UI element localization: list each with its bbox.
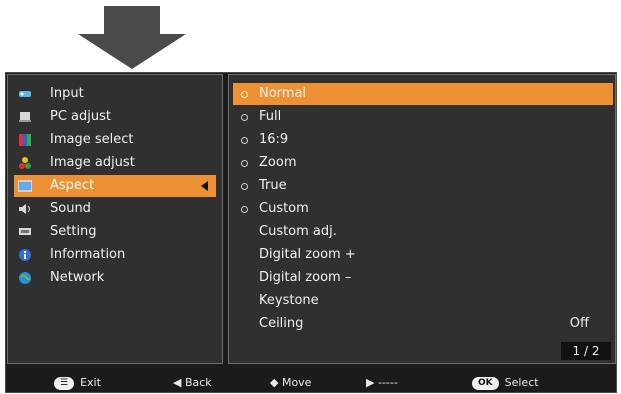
move-hint: ◆ Move [270, 376, 312, 389]
option-label: Digital zoom – [259, 270, 352, 285]
aspect-option-normal[interactable]: Normal [233, 83, 613, 105]
menu-item-information[interactable]: Information [14, 244, 216, 266]
aspect-option-full[interactable]: Full [233, 106, 613, 128]
next-hint: ▶ ----- [366, 376, 398, 389]
setting-icon [19, 228, 31, 235]
menu-item-image-select[interactable]: Image select [14, 129, 216, 151]
projector-osd-menu: Input PC adjust Image select Image adjus… [5, 72, 617, 393]
option-label: True [259, 178, 287, 193]
page-indicator: 1 / 2 [561, 342, 611, 360]
pc-adjust-icon [19, 112, 31, 122]
exit-label: Exit [80, 376, 101, 389]
select-label: Select [504, 376, 539, 389]
menu-key-icon: ☰ [54, 376, 75, 390]
input-icon [19, 91, 31, 97]
aspect-option-zoom[interactable]: Zoom [233, 152, 613, 174]
option-label: Normal [259, 86, 307, 101]
aspect-submenu-panel: Normal Full 16:9 Zoom True Custom Custom… [228, 74, 616, 364]
main-menu-panel: Input PC adjust Image select Image adjus… [7, 74, 223, 364]
menu-item-label: Image adjust [50, 155, 135, 170]
down-arrow-icon [78, 6, 186, 69]
radio-icon [241, 160, 248, 167]
menu-item-label: Setting [50, 224, 97, 239]
menu-item-label: Sound [50, 201, 91, 216]
option-label: Custom adj. [259, 224, 337, 239]
option-label: Ceiling [259, 316, 304, 331]
menu-item-label: Image select [50, 132, 134, 147]
aspect-option-keystone[interactable]: Keystone [233, 290, 613, 312]
option-label: Digital zoom + [259, 247, 356, 262]
select-hint: OK Select [472, 373, 539, 392]
aspect-option-16-9[interactable]: 16:9 [233, 129, 613, 151]
option-label: Custom [259, 201, 309, 216]
menu-item-label: Input [50, 86, 84, 101]
information-icon [19, 249, 31, 261]
aspect-option-ceiling[interactable]: Ceiling Off [233, 313, 613, 335]
image-adjust-icon [19, 157, 31, 169]
aspect-option-true[interactable]: True [233, 175, 613, 197]
menu-item-label: PC adjust [50, 109, 111, 124]
aspect-option-digital-zoom-plus[interactable]: Digital zoom + [233, 244, 613, 266]
aspect-icon [18, 180, 32, 192]
radio-selected-icon [241, 91, 248, 98]
aspect-option-digital-zoom-minus[interactable]: Digital zoom – [233, 267, 613, 289]
menu-item-image-adjust[interactable]: Image adjust [14, 152, 216, 174]
option-label: Full [259, 109, 282, 124]
option-label: 16:9 [259, 132, 289, 147]
radio-icon [241, 137, 248, 144]
option-label: Zoom [259, 155, 297, 170]
menu-item-sound[interactable]: Sound [14, 198, 216, 220]
menu-item-network[interactable]: Network [14, 267, 216, 289]
aspect-option-custom-adj[interactable]: Custom adj. [233, 221, 613, 243]
option-label: Keystone [259, 293, 319, 308]
image-select-icon [19, 134, 31, 146]
menu-item-input[interactable]: Input [14, 83, 216, 105]
radio-icon [241, 114, 248, 121]
menu-item-pc-adjust[interactable]: PC adjust [14, 106, 216, 128]
radio-icon [241, 206, 248, 213]
aspect-option-custom[interactable]: Custom [233, 198, 613, 220]
osd-footer-bar: ☰ Exit ◀ Back ◆ Move ▶ ----- OK Select [6, 373, 616, 392]
menu-item-label: Information [50, 247, 126, 262]
network-icon [19, 272, 31, 284]
menu-item-label: Network [50, 270, 105, 285]
menu-item-setting[interactable]: Setting [14, 221, 216, 243]
sound-icon [19, 204, 30, 214]
ok-key-icon: OK [472, 376, 499, 390]
ceiling-value: Off [569, 316, 589, 331]
menu-item-label: Aspect [50, 178, 95, 193]
back-hint: ◀ Back [173, 376, 212, 389]
chevron-left-icon [201, 181, 208, 191]
radio-icon [241, 183, 248, 190]
menu-item-aspect[interactable]: Aspect [14, 175, 216, 197]
exit-hint: ☰ Exit [54, 373, 101, 392]
